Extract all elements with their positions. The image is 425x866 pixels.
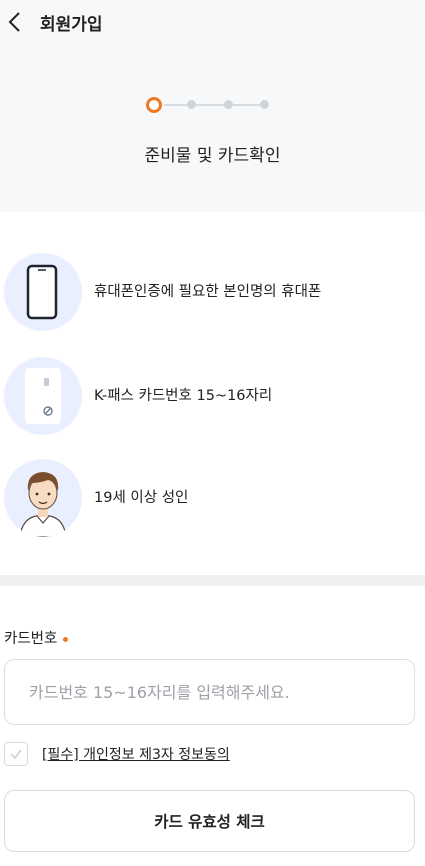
kpass-card-icon: [4, 357, 82, 435]
top-section: 회원가입 준비물 및 카드확인: [0, 0, 425, 212]
card-number-label-text: 카드번호: [4, 631, 58, 647]
step-4: [260, 100, 269, 109]
step-3: [224, 100, 233, 109]
required-dot: [63, 636, 69, 642]
requirement-item-adult: 19세 이상 성인: [0, 455, 425, 541]
card-number-input[interactable]: [29, 660, 399, 724]
step-2: [187, 100, 196, 109]
check-icon: [10, 749, 22, 760]
section-divider: [0, 575, 425, 586]
page-title: 회원가입: [40, 15, 103, 35]
header: 회원가입: [0, 0, 425, 44]
requirement-text: 19세 이상 성인: [94, 490, 189, 506]
adult-person-icon: [4, 459, 82, 537]
step-1-active: [146, 97, 162, 113]
card-number-label: 카드번호: [4, 627, 69, 648]
progress-stepper: [146, 96, 272, 114]
stepper-line: [164, 104, 262, 106]
requirement-item-phone: 휴대폰인증에 필요한 본인명의 휴대폰: [0, 249, 425, 335]
back-button[interactable]: [4, 8, 26, 36]
card-number-field[interactable]: [4, 659, 415, 725]
requirement-text: K-패스 카드번호 15~16자리: [94, 388, 273, 404]
privacy-agreement[interactable]: [필수] 개인정보 제3자 정보동의: [4, 741, 230, 767]
requirement-item-card: K-패스 카드번호 15~16자리: [0, 353, 425, 439]
agreement-link[interactable]: [필수] 개인정보 제3자 정보동의: [42, 744, 230, 764]
requirement-text: 휴대폰인증에 필요한 본인명의 휴대폰: [94, 284, 322, 300]
chevron-left-icon: [8, 12, 20, 32]
agreement-checkbox[interactable]: [4, 742, 28, 766]
card-validity-check-button[interactable]: 카드 유효성 체크: [4, 790, 415, 852]
phone-icon: [4, 253, 82, 331]
step-title: 준비물 및 카드확인: [144, 146, 281, 166]
